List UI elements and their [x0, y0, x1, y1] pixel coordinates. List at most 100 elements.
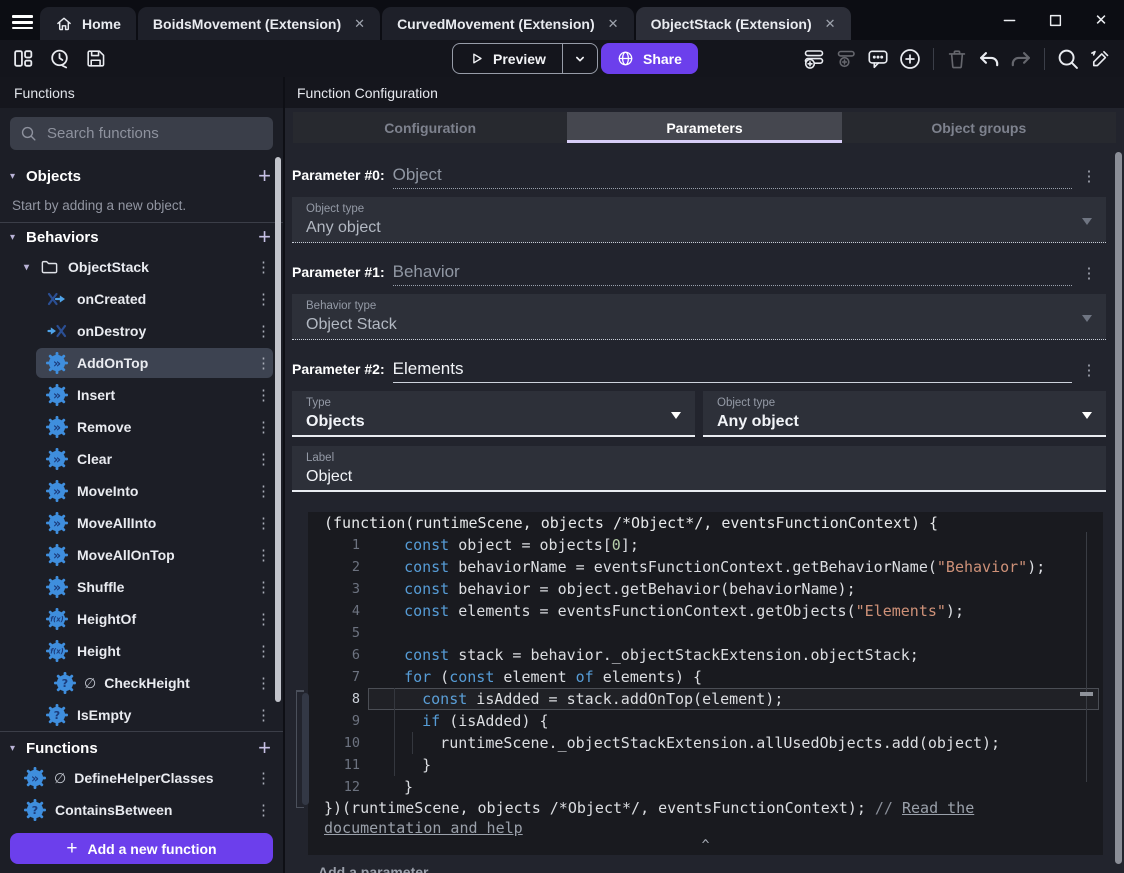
undo-icon[interactable]: [977, 47, 1001, 71]
sidebar-item-Clear[interactable]: » Clear ⋮: [0, 443, 283, 475]
item-menu-icon[interactable]: ⋮: [256, 290, 271, 308]
close-button[interactable]: ✕: [1078, 0, 1124, 40]
preview-button[interactable]: Preview: [452, 43, 598, 74]
behaviors-section-header[interactable]: ▾ Behaviors +: [0, 223, 283, 251]
code-line: 12 }: [343, 778, 414, 796]
field-object-type[interactable]: Object type Any object: [292, 197, 1106, 243]
item-menu-icon[interactable]: ⋮: [256, 642, 271, 660]
item-menu-icon[interactable]: ⋮: [256, 258, 271, 276]
code-editor[interactable]: (function(runtimeScene, objects /*Object…: [308, 512, 1103, 855]
collapse-arrow-icon[interactable]: ▾: [10, 171, 26, 182]
dropdown-arrow-icon: [1082, 315, 1092, 322]
share-button[interactable]: Share: [601, 43, 698, 74]
add-circle-icon[interactable]: [898, 47, 922, 71]
item-menu-icon[interactable]: ⋮: [256, 482, 271, 500]
add-event-icon[interactable]: [802, 47, 826, 71]
functions-section-header[interactable]: ▾ Functions +: [0, 734, 283, 762]
item-menu-icon[interactable]: ⋮: [256, 674, 271, 692]
editor-left-scrollbar[interactable]: [302, 693, 309, 805]
panels-icon[interactable]: [12, 47, 35, 70]
app-tab[interactable]: CurvedMovement (Extension) ✕: [382, 7, 634, 40]
item-menu-icon[interactable]: ⋮: [256, 386, 271, 404]
collapse-arrow-icon[interactable]: ▾: [10, 232, 26, 243]
sidebar-item-ContainsBetween[interactable]: ? ContainsBetween ⋮: [0, 794, 283, 826]
sidebar-item-CheckHeight[interactable]: ? ∅ CheckHeight ⋮: [0, 667, 283, 699]
behavior-group-objectstack[interactable]: ▾ ObjectStack ⋮: [0, 251, 283, 283]
sidebar-item-Remove[interactable]: » Remove ⋮: [0, 411, 283, 443]
sidebar-item-MoveAllOnTop[interactable]: » MoveAllOnTop ⋮: [0, 539, 283, 571]
search-box[interactable]: [10, 117, 273, 150]
parameter-name-input[interactable]: Object: [392, 165, 1072, 189]
item-menu-icon[interactable]: ⋮: [256, 546, 271, 564]
sidebar-scrollbar[interactable]: [275, 157, 281, 702]
sidebar-item-MoveAllInto[interactable]: » MoveAllInto ⋮: [0, 507, 283, 539]
maximize-icon: [1048, 13, 1063, 28]
field-label[interactable]: Label Object: [292, 446, 1106, 492]
main-scrollbar[interactable]: [1115, 152, 1122, 864]
plus-icon: +: [66, 837, 78, 859]
main-menu-icon[interactable]: [12, 12, 34, 33]
objects-section-header[interactable]: ▾ Objects +: [0, 162, 283, 190]
field-behavior-type[interactable]: Behavior type Object Stack: [292, 294, 1106, 340]
add-free-function-button[interactable]: +: [258, 737, 271, 759]
collapse-arrow-icon[interactable]: ▾: [10, 743, 26, 754]
field-object-type[interactable]: Object type Any object: [703, 391, 1106, 437]
maximize-button[interactable]: [1032, 0, 1078, 40]
sidebar-item-HeightOf[interactable]: f(x) HeightOf ⋮: [0, 603, 283, 635]
parameter-menu-icon[interactable]: ⋮: [1072, 264, 1106, 286]
item-menu-icon[interactable]: ⋮: [256, 450, 271, 468]
parameter-menu-icon[interactable]: ⋮: [1072, 361, 1106, 383]
sidebar-item-onDestroy[interactable]: onDestroy ⋮: [0, 315, 283, 347]
app-tab[interactable]: ObjectStack (Extension) ✕: [635, 7, 851, 40]
item-menu-icon[interactable]: ⋮: [256, 322, 271, 340]
add-object-button[interactable]: +: [258, 165, 271, 187]
app-tab[interactable]: BoidsMovement (Extension) ✕: [137, 7, 381, 40]
sidebar-item-onCreated[interactable]: onCreated ⋮: [0, 283, 283, 315]
sidebar-item-Insert[interactable]: » Insert ⋮: [0, 379, 283, 411]
comment-icon[interactable]: [866, 47, 890, 71]
sidebar-item-IsEmpty[interactable]: ? IsEmpty ⋮: [0, 699, 283, 731]
parameter-name-input[interactable]: Elements: [392, 359, 1072, 383]
search-input[interactable]: [45, 124, 263, 143]
history-icon[interactable]: [48, 47, 71, 70]
item-menu-icon[interactable]: ⋮: [256, 354, 271, 372]
preview-options-button[interactable]: [561, 44, 597, 73]
add-behavior-button[interactable]: +: [258, 226, 271, 248]
minimize-button[interactable]: [986, 0, 1032, 40]
item-menu-icon[interactable]: ⋮: [256, 801, 271, 819]
add-new-function-button[interactable]: + Add a new function: [10, 833, 273, 864]
redo-icon[interactable]: [1009, 47, 1033, 71]
tab-parameters[interactable]: Parameters: [567, 112, 842, 143]
parameter-menu-icon[interactable]: ⋮: [1072, 167, 1106, 189]
item-menu-icon[interactable]: ⋮: [256, 769, 271, 787]
tab-configuration[interactable]: Configuration: [293, 112, 567, 143]
item-menu-icon[interactable]: ⋮: [256, 514, 271, 532]
sidebar-item-MoveInto[interactable]: » MoveInto ⋮: [0, 475, 283, 507]
item-menu-icon[interactable]: ⋮: [256, 578, 271, 596]
minimize-icon: [1002, 13, 1017, 28]
collapse-editor-icon[interactable]: ^: [308, 839, 1103, 852]
close-tab-icon[interactable]: ✕: [608, 16, 619, 32]
app-tab[interactable]: Home: [40, 7, 136, 40]
sidebar-item-Shuffle[interactable]: » Shuffle ⋮: [0, 571, 283, 603]
item-menu-icon[interactable]: ⋮: [256, 610, 271, 628]
sidebar-item-AddOnTop[interactable]: » AddOnTop ⋮: [0, 347, 283, 379]
collapse-arrow-icon[interactable]: ▾: [24, 262, 40, 273]
close-tab-icon[interactable]: ✕: [825, 16, 836, 32]
action-icon: »: [46, 384, 68, 406]
group-label: ObjectStack: [68, 259, 149, 275]
field-type[interactable]: Type Objects: [292, 391, 695, 437]
save-icon[interactable]: [84, 47, 107, 70]
sidebar-item-Height[interactable]: f(x) Height ⋮: [0, 635, 283, 667]
add-parameter-button-partial[interactable]: Add a parameter: [292, 864, 1106, 873]
trash-icon[interactable]: [945, 47, 969, 71]
search-icon[interactable]: [1056, 47, 1080, 71]
parameter-name-input[interactable]: Behavior: [392, 262, 1072, 286]
item-menu-icon[interactable]: ⋮: [256, 418, 271, 436]
add-subevent-icon[interactable]: [834, 47, 858, 71]
edit-icon[interactable]: [1088, 47, 1112, 71]
close-tab-icon[interactable]: ✕: [354, 16, 365, 32]
item-menu-icon[interactable]: ⋮: [256, 706, 271, 724]
sidebar-item-DefineHelperClasses[interactable]: » ∅ DefineHelperClasses ⋮: [0, 762, 283, 794]
tab-object-groups[interactable]: Object groups: [842, 112, 1116, 143]
